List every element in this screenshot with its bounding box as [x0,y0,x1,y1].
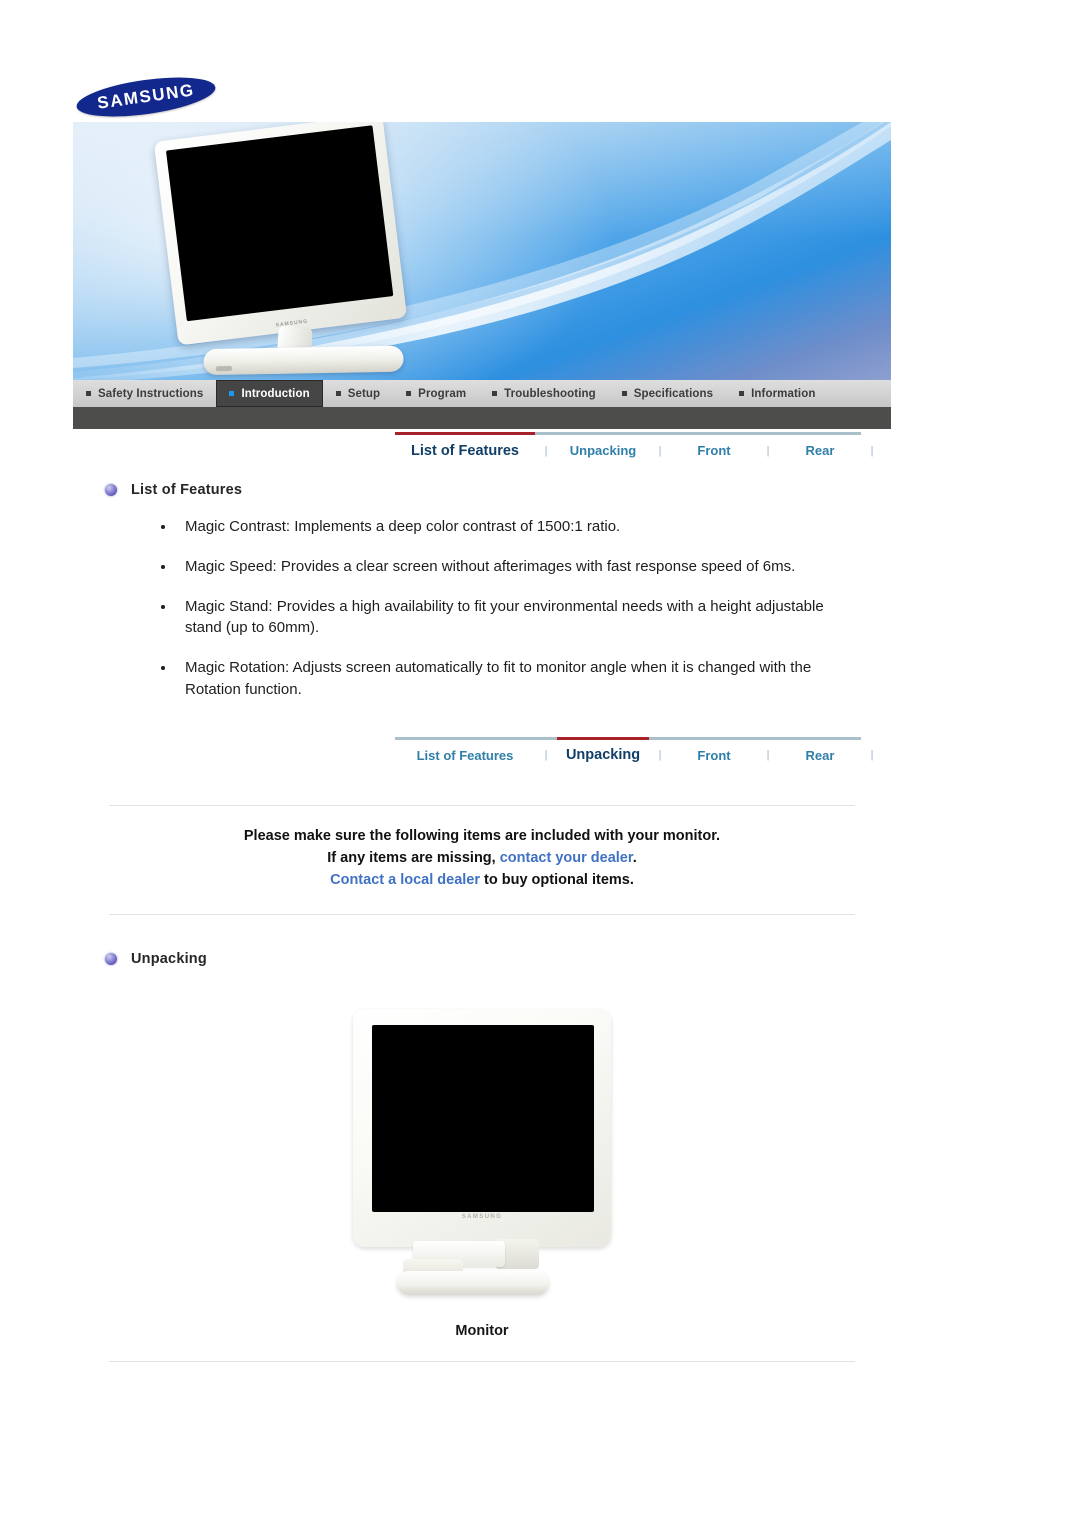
hero-monitor-port [215,365,232,372]
monitor-screen [372,1024,594,1212]
list-item: Magic Rotation: Adjusts screen automatic… [153,657,845,701]
tab-separator: | [649,432,671,466]
square-bullet-icon [335,391,341,396]
square-bullet-icon [86,391,91,396]
bullet-orb-icon [105,484,117,496]
tab-separator-end: | [870,749,874,761]
tab-front[interactable]: Front [671,432,757,466]
list-item: Magic Stand: Provides a high availabilit… [153,596,845,640]
tab-label: List of Features [416,747,514,763]
tabstrip-tail [883,432,885,466]
nav-item-safety-instructions[interactable]: Safety Instructions [73,380,216,407]
notice-line-2-suffix: . [632,849,637,866]
square-bullet-icon [229,391,235,396]
tab-separator: | [535,736,557,771]
square-bullet-icon [492,391,498,396]
monitor-bezel [353,1008,611,1247]
contact-local-dealer-link[interactable]: Contact a local dealer [330,872,480,888]
hero-banner: SAMSUNG [73,122,891,380]
monitor-base [397,1270,549,1295]
tab-separator: | [535,432,557,466]
nav-label: Troubleshooting [504,387,596,400]
tab-label: Front [697,747,731,763]
tab-separator-end: | [870,444,874,457]
notice-text: Please make sure the following items are… [73,806,891,914]
section-title: Unpacking [131,950,207,967]
nav-item-program[interactable]: Program [393,380,479,407]
monitor-image: SAMSUNG [347,1008,617,1305]
samsung-logo: SAMSUNG [74,70,218,124]
manual-page: SAMSUNG SAMSUNG Safety Instructions Intr… [0,0,1080,1527]
bullet-orb-icon [105,952,117,965]
nav-label: Setup [347,387,381,400]
navigation-underbar [73,407,891,429]
tab-label: Unpacking [565,747,641,763]
divider-bottom [109,913,855,915]
nav-item-troubleshooting[interactable]: Troubleshooting [479,380,609,407]
tab-rear[interactable]: Rear [779,736,861,771]
notice-line-3-suffix: to buy optional items. [480,871,634,888]
nav-item-specifications[interactable]: Specifications [609,380,726,407]
tab-unpacking[interactable]: Unpacking [557,432,649,466]
figure-caption: Monitor [455,1322,509,1339]
list-item: Magic Speed: Provides a clear screen wit… [153,556,845,578]
tab-separator: | [757,432,779,466]
monitor-figure: SAMSUNG Monitor [73,1008,891,1339]
notice-line-2: If any items are missing, contact your d… [73,850,891,866]
square-bullet-icon [621,391,627,396]
logo-wordmark: SAMSUNG [96,80,196,113]
notice-block: Please make sure the following items are… [73,804,891,915]
tab-front[interactable]: Front [671,736,757,771]
tab-label: Front [697,443,731,458]
notice-line-1: Please make sure the following items are… [243,827,721,844]
square-bullet-icon [739,391,745,396]
tab-label: Unpacking [569,443,637,458]
tabstrip-tail [883,737,885,771]
tab-label: List of Features [411,442,519,459]
hero-monitor-bezel: SAMSUNG [153,122,408,346]
nav-label: Safety Instructions [98,387,204,400]
divider-footer [109,1360,855,1362]
tab-separator: | [649,736,671,771]
main-navigation[interactable]: Safety Instructions Introduction Setup P… [73,380,891,407]
section-header-list-of-features: List of Features [105,482,891,498]
tab-unpacking[interactable]: Unpacking [557,736,649,771]
nav-label: Introduction [241,387,310,400]
nav-item-introduction[interactable]: Introduction [216,380,323,407]
tab-rear[interactable]: Rear [779,432,861,466]
nav-label: Information [751,387,816,400]
tab-label: Rear [805,747,835,763]
section-header-unpacking: Unpacking [105,951,891,967]
nav-item-information[interactable]: Information [726,380,828,407]
tabstrip-unpacking[interactable]: List of Features | Unpacking | Front | R… [395,735,885,771]
content-area: List of Features | Unpacking | Front | R… [73,430,891,1362]
feature-list: Magic Contrast: Implements a deep color … [73,516,891,701]
notice-line-2-prefix: If any items are missing, [327,849,500,866]
nav-label: Program [418,387,467,400]
monitor-brand-label: SAMSUNG [461,1213,503,1220]
list-item: Magic Contrast: Implements a deep color … [153,516,845,538]
hero-monitor-base [203,345,404,376]
tab-list-of-features[interactable]: List of Features [395,432,535,466]
tab-list-of-features[interactable]: List of Features [395,736,535,771]
square-bullet-icon [406,391,412,396]
tab-label: Rear [805,443,835,458]
hero-monitor-screen [165,125,394,322]
tab-separator: | [757,736,779,771]
tabstrip-list-of-features[interactable]: List of Features | Unpacking | Front | R… [395,430,885,466]
nav-item-setup[interactable]: Setup [323,380,393,407]
contact-your-dealer-link[interactable]: contact your dealer [500,850,633,866]
hero-monitor-image: SAMSUNG [153,122,462,380]
section-title: List of Features [131,482,243,498]
nav-label: Specifications [633,387,714,400]
notice-line-3: Contact a local dealer to buy optional i… [73,872,891,888]
